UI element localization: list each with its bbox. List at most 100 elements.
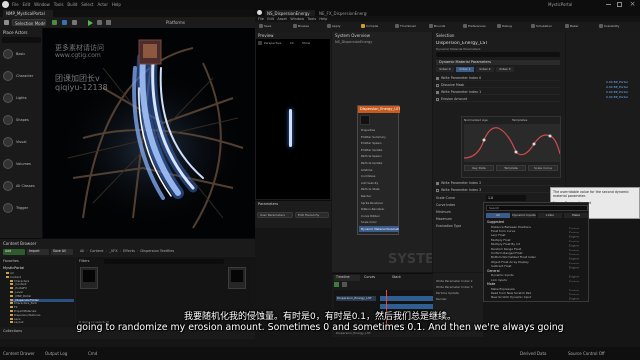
timeline-add-icon[interactable] <box>334 282 339 287</box>
place-actor-item-basic[interactable]: Basic <box>2 46 41 64</box>
content-save-all-button[interactable]: Save All <box>51 249 73 255</box>
place-actor-item-all-classes[interactable]: All Classes <box>2 178 41 196</box>
emitter-stack-item-properties[interactable]: Properties <box>359 127 399 133</box>
play-icon[interactable] <box>88 20 93 26</box>
menu-select[interactable]: Select <box>81 2 93 7</box>
row-check-icon[interactable] <box>436 76 439 80</box>
blueprint-icon[interactable] <box>62 20 67 25</box>
menu-edit[interactable]: Edit <box>23 2 31 7</box>
niagara-toolbar-simulation[interactable]: Simulation <box>531 24 563 30</box>
output-log-button[interactable]: Output Log <box>45 351 85 356</box>
row-check-icon[interactable] <box>436 83 439 87</box>
emitter-stack-item-emitter-update[interactable]: Emitter Update <box>359 147 399 153</box>
preview-view[interactable]: Lit <box>290 41 300 45</box>
selection-row-write-parameter-index-2[interactable]: Write Parameter Index 2 <box>436 180 560 186</box>
asset-tile-2[interactable] <box>228 267 246 289</box>
timeline-track[interactable]: Dispersion_Energy_LST <box>336 296 376 301</box>
timeline-bar[interactable] <box>380 296 440 301</box>
dropdown-item-new-scratch-dynamic-input[interactable]: New Scratch Dynamic Input Engine <box>491 295 587 299</box>
curve-button-template[interactable]: Template <box>496 165 526 171</box>
niagara-toolbar-thumbnail[interactable]: Thumbnail <box>395 24 427 30</box>
dropdown-tab-dynamic-inputs[interactable]: Dynamic Inputs <box>512 213 536 218</box>
niagara-menu-tools[interactable]: Tools <box>307 17 316 21</box>
niagara-menu-file[interactable]: File <box>258 17 264 21</box>
place-actor-item-volumes[interactable]: Volumes <box>2 156 41 174</box>
curve-templates-tab[interactable]: Templates <box>512 118 542 122</box>
place-actor-item-lights[interactable]: Lights <box>2 90 41 108</box>
root-folder[interactable]: MysticPortal <box>3 266 63 270</box>
level-viewport[interactable]: 更多素材请访问 www.cgtig.com 团课加团长v qiqiyu-1213… <box>43 28 255 238</box>
derived-data-button[interactable]: Derived Data <box>520 351 560 356</box>
index-tab-3[interactable]: Index 3 <box>496 67 514 72</box>
place-actor-item-trigger[interactable]: Trigger <box>2 200 41 218</box>
selection-breadcrumb[interactable]: Dynamic Material Parameters <box>436 47 546 51</box>
emitter-stack-item-add-velocity[interactable]: Add Velocity <box>359 180 399 186</box>
emitter-stack-item-curve-ribbon[interactable]: Curve Ribbon <box>359 213 399 219</box>
filters-button[interactable]: Filters <box>79 259 99 263</box>
cinematics-icon[interactable] <box>72 20 77 25</box>
selection-search[interactable] <box>436 52 560 57</box>
skip-icon[interactable] <box>97 20 102 25</box>
niagara-toolbar-browse[interactable]: Browse <box>293 24 325 30</box>
niagara-toolbar-scalability[interactable]: Scalability <box>599 24 631 30</box>
niagara-toolbar-apply[interactable]: Apply <box>327 24 359 30</box>
selection-row-erosion-amount[interactable]: Erosion Amount <box>436 96 560 102</box>
niagara-toolbar-baker[interactable]: Baker <box>565 24 597 30</box>
index-tab-0[interactable]: Index 0 <box>436 67 454 72</box>
menu-window[interactable]: Window <box>34 2 50 7</box>
dropdown-tab-links[interactable]: Links <box>538 213 562 218</box>
row-check-icon[interactable] <box>436 188 439 192</box>
emitter-stack-item-curl-noise[interactable]: Curl Noise <box>359 173 399 179</box>
timeline-tab-stack[interactable]: Stack <box>390 275 416 281</box>
emitter-stack-item-emitter-spawn[interactable]: Emitter Spawn <box>359 140 399 146</box>
curve-button-key-data[interactable]: Key Data <box>464 165 494 171</box>
value-row-input[interactable]: 1.0 <box>486 195 526 201</box>
curve-graph[interactable] <box>464 124 560 162</box>
timeline-tab-timeline[interactable]: Timeline <box>334 275 360 281</box>
menu-help[interactable]: Help <box>112 2 121 7</box>
user-parameters-button[interactable]: User Parameters <box>257 212 293 218</box>
menu-build[interactable]: Build <box>67 2 77 7</box>
maximize-button[interactable] <box>617 2 622 7</box>
emitter-stack-item-emitter-summary[interactable]: Emitter Summary <box>359 134 399 140</box>
dropdown-search[interactable]: Search <box>486 205 588 211</box>
source-control-button[interactable]: Source Control Off <box>568 351 638 356</box>
niagara-toolbar-compile[interactable]: Compile <box>361 24 393 30</box>
asset-search[interactable] <box>104 259 224 264</box>
row-check-icon[interactable] <box>436 90 439 94</box>
path-segment[interactable]: _VFX <box>109 249 118 253</box>
asset-tile[interactable] <box>80 267 98 289</box>
minimize-button[interactable] <box>606 4 611 5</box>
emitter-stack-item-particle-state[interactable]: Particle State <box>359 186 399 192</box>
emitter-stack-item-dynamic-material-parameters[interactable]: Dynamic Material Parameters <box>359 226 399 232</box>
index-tab-2[interactable]: Index 2 <box>476 67 494 72</box>
platforms-dropdown[interactable]: Platforms <box>166 20 196 25</box>
emitter-stack-item-ribbon-renderer[interactable]: Ribbon Renderer <box>359 206 399 212</box>
timeline-filter-icon[interactable] <box>342 282 347 287</box>
system-breadcrumb[interactable]: NS_DispersionEnergy <box>335 40 415 44</box>
niagara-menu-edit[interactable]: Edit <box>267 17 274 21</box>
path-segment[interactable]: Effects <box>123 249 135 253</box>
menu-tools[interactable]: Tools <box>54 2 64 7</box>
selection-row-write-parameter-index-3[interactable]: Write Parameter Index 3 <box>436 187 560 193</box>
emitter-stack-item-particle-spawn[interactable]: Particle Spawn <box>359 153 399 159</box>
place-actor-item-shapes[interactable]: Shapes <box>2 112 41 130</box>
level-tab[interactable]: NMP_MysticalPortal <box>3 10 53 17</box>
place-actors-search[interactable] <box>2 37 41 43</box>
cmd-button[interactable]: Cmd <box>88 351 108 356</box>
content-import-button[interactable]: Import <box>27 249 49 255</box>
dmp-section-header[interactable]: Dynamic Material Parameters <box>436 60 560 65</box>
emitter-stack-item-lifetime[interactable]: Lifetime <box>359 167 399 173</box>
niagara-toolbar-save[interactable]: Save <box>259 24 291 30</box>
favorites-label[interactable]: Favorites <box>3 259 53 263</box>
selection-row-dissolve-mask[interactable]: Dissolve Mask <box>436 82 560 88</box>
niagara-menu-help[interactable]: Help <box>319 17 327 21</box>
preview-menu-icon[interactable] <box>258 41 262 45</box>
selection-row-write-parameter-index-0[interactable]: Write Parameter Index 0 <box>436 75 560 81</box>
path-segment[interactable]: Content <box>90 249 104 253</box>
menu-file[interactable]: File <box>12 2 19 7</box>
curve-button-scale-curve[interactable]: Scale Curve <box>528 165 558 171</box>
preview-mode[interactable]: Perspective <box>264 41 288 45</box>
save-icon[interactable] <box>4 20 9 25</box>
niagara-toolbar-preferences[interactable]: Preferences <box>463 24 495 30</box>
